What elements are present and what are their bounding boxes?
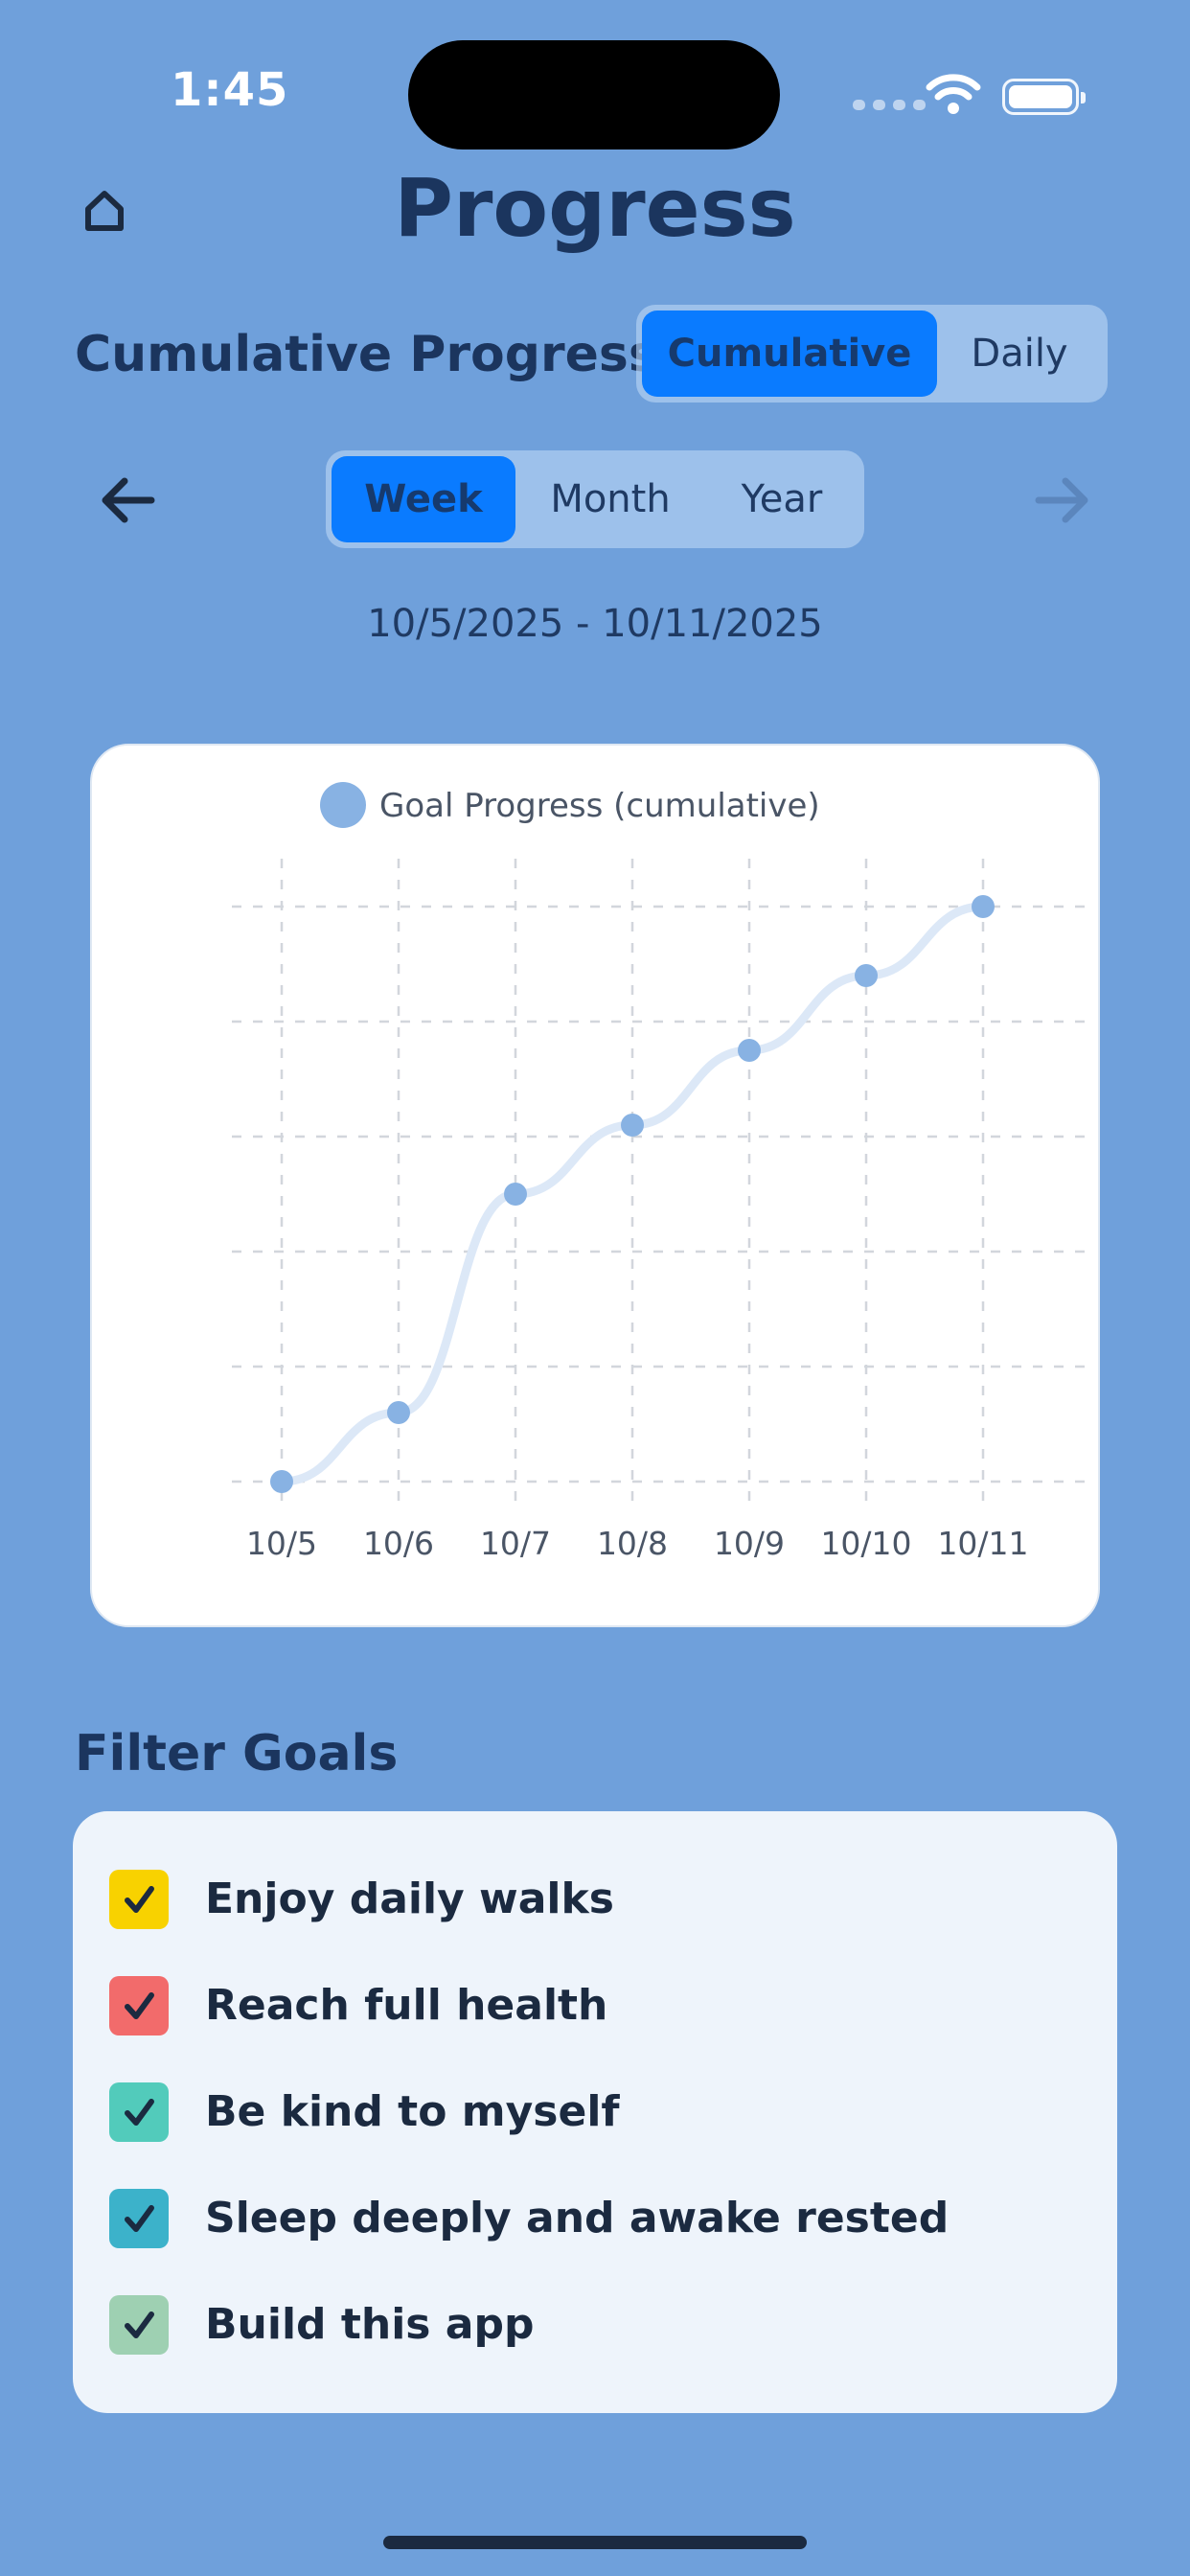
- goal-row[interactable]: Reach full health: [73, 1952, 1117, 2058]
- checkmark-icon: [125, 1991, 154, 2019]
- x-tick-label: 10/5: [246, 1525, 317, 1562]
- legend-label: Goal Progress (cumulative): [379, 787, 820, 825]
- mode-option-daily[interactable]: Daily: [937, 310, 1102, 397]
- x-tick-label: 10/8: [597, 1525, 668, 1562]
- checkmark-icon: [125, 2098, 154, 2126]
- range-option-week[interactable]: Week: [332, 456, 515, 542]
- goal-checkbox[interactable]: [109, 1869, 169, 1929]
- goal-row[interactable]: Sleep deeply and awake rested: [73, 2165, 1117, 2271]
- x-tick-label: 10/10: [820, 1525, 911, 1562]
- legend-swatch: [320, 782, 366, 828]
- goal-label: Build this app: [205, 2300, 535, 2349]
- chart-grid: [232, 859, 1092, 1503]
- range-toggle: Week Month Year: [326, 450, 864, 548]
- goal-row[interactable]: Enjoy daily walks: [73, 1846, 1117, 1952]
- x-tick-label: 10/11: [937, 1525, 1028, 1562]
- goal-label: Enjoy daily walks: [205, 1874, 614, 1923]
- x-tick-label: 10/6: [363, 1525, 434, 1562]
- x-tick-label: 10/7: [480, 1525, 551, 1562]
- arrow-right-icon[interactable]: [1033, 473, 1090, 527]
- goal-checkbox[interactable]: [109, 2188, 169, 2248]
- checkmark-icon: [125, 1885, 154, 1913]
- data-point: [621, 1114, 644, 1137]
- range-option-month[interactable]: Month: [515, 456, 705, 542]
- section-title: Cumulative Progress: [75, 326, 658, 383]
- data-point: [270, 1470, 293, 1493]
- goal-checkbox[interactable]: [109, 2294, 169, 2355]
- checkmark-icon: [125, 2311, 154, 2338]
- mode-option-cumulative[interactable]: Cumulative: [642, 310, 937, 397]
- goal-label: Sleep deeply and awake rested: [205, 2194, 950, 2242]
- signal-icon: [853, 100, 926, 110]
- goal-checkbox[interactable]: [109, 2082, 169, 2142]
- data-point: [855, 964, 878, 987]
- checkmark-icon: [125, 2204, 154, 2232]
- mode-toggle: Cumulative Daily: [636, 305, 1108, 402]
- goal-list: Enjoy daily walks Reach full health Be k…: [73, 1811, 1117, 2413]
- chart-card: 10/5 10/6 10/7 10/8 10/9 10/10 10/11 Goal Prog…: [90, 744, 1100, 1627]
- data-point: [738, 1039, 761, 1062]
- goal-label: Reach full health: [205, 1981, 608, 2030]
- goal-row[interactable]: Be kind to myself: [73, 2058, 1117, 2165]
- data-point: [504, 1183, 527, 1206]
- goal-checkbox[interactable]: [109, 1975, 169, 2036]
- chart-x-ticks: 10/5 10/6 10/7 10/8 10/9 10/10 10/11: [246, 1525, 1029, 1562]
- date-range: 10/5/2025 - 10/11/2025: [367, 602, 823, 646]
- goal-row[interactable]: Build this app: [73, 2271, 1117, 2378]
- page-title: Progress: [394, 161, 796, 255]
- wifi-icon: [926, 74, 981, 114]
- x-tick-label: 10/9: [714, 1525, 785, 1562]
- status-time: 1:45: [171, 63, 289, 117]
- battery-icon: [1002, 79, 1086, 115]
- progress-screen: 1:45 Progress Cumulative Progress Cumula…: [0, 0, 1190, 2576]
- home-indicator[interactable]: [383, 2536, 807, 2549]
- range-option-year[interactable]: Year: [705, 456, 858, 542]
- dynamic-island: [408, 40, 780, 150]
- data-point: [387, 1401, 410, 1424]
- data-point: [972, 895, 995, 918]
- filter-title: Filter Goals: [75, 1725, 399, 1782]
- arrow-left-icon[interactable]: [100, 473, 157, 527]
- progress-line-chart: 10/5 10/6 10/7 10/8 10/9 10/10 10/11 Goal Prog…: [232, 782, 1092, 1562]
- chart-points: [270, 895, 995, 1493]
- goal-label: Be kind to myself: [205, 2087, 620, 2136]
- chart-legend: Goal Progress (cumulative): [320, 782, 820, 828]
